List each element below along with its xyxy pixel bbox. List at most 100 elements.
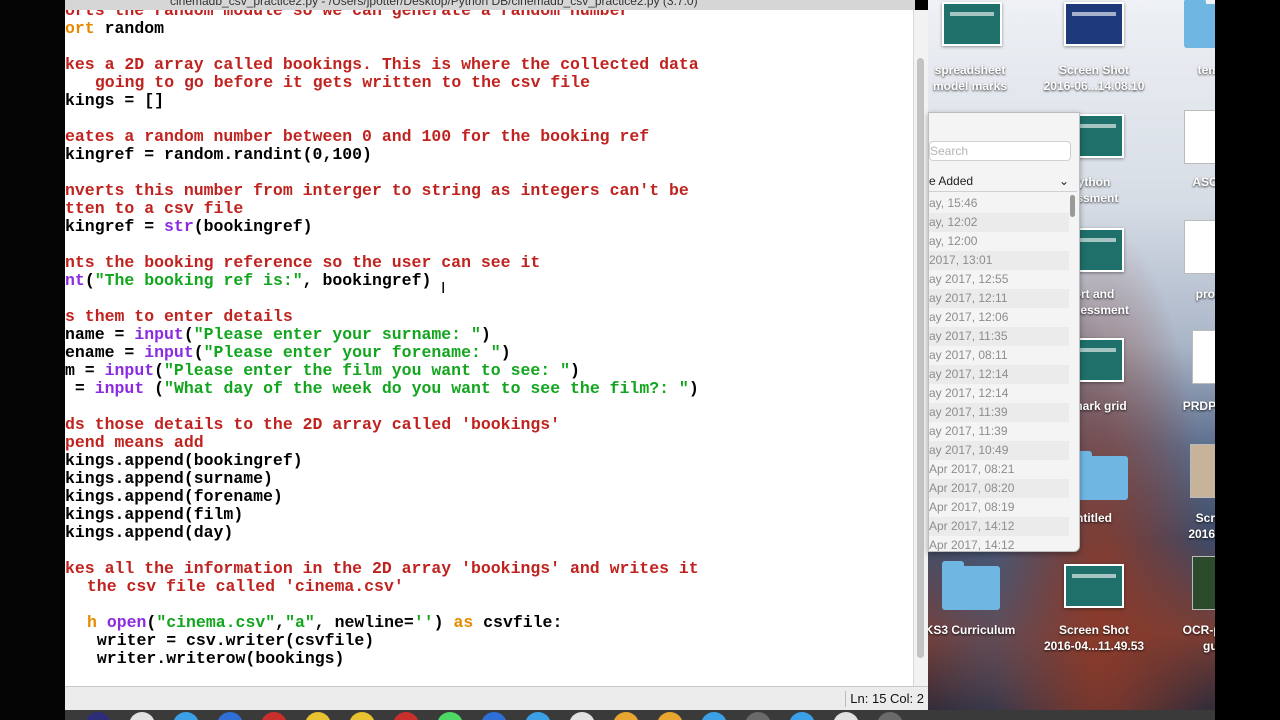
dock-app-icon[interactable]: [789, 712, 815, 720]
list-item[interactable]: ay 2017, 11:35: [929, 327, 1069, 346]
icon-label-screenshot-3[interactable]: Screen Shot 2016-04...11.49.53: [1029, 622, 1159, 654]
finder-search-input[interactable]: Search: [929, 141, 1071, 161]
date-list[interactable]: ay, 15:46 ay, 12:02 ay, 12:00 2017, 13:01 ay…: [929, 194, 1069, 551]
dock-app-icon[interactable]: [657, 712, 683, 720]
dock-app-icon[interactable]: [437, 712, 463, 720]
code-line[interactable]: ort random: [65, 20, 164, 38]
code-token: the csv file called 'cinema.csv': [77, 577, 404, 596]
photo-icon[interactable]: [1190, 444, 1215, 498]
document-icon[interactable]: [1184, 220, 1215, 274]
code-token: (: [84, 271, 95, 290]
code-line[interactable]: kingref = str(bookingref): [65, 218, 313, 236]
list-item[interactable]: Apr 2017, 08:21: [929, 460, 1069, 479]
screenshot-thumbnail[interactable]: [1064, 564, 1124, 608]
code-editor[interactable]: orts the random module so we can generat…: [65, 10, 913, 686]
code-line[interactable]: name = input("Please enter your surname:…: [65, 326, 491, 344]
dock-app-icon[interactable]: [85, 712, 111, 720]
code-line[interactable]: tten to a csv file: [65, 200, 243, 218]
code-line[interactable]: kings.append(surname): [65, 470, 273, 488]
dock-app-icon[interactable]: [349, 712, 375, 720]
code-line[interactable]: eates a random number between 0 and 100 …: [65, 128, 649, 146]
code-line[interactable]: nverts this number from interger to stri…: [65, 182, 689, 200]
code-line[interactable]: kings = []: [65, 92, 164, 110]
folder-icon[interactable]: [1184, 0, 1215, 48]
list-item[interactable]: ay 2017, 12:11: [929, 289, 1069, 308]
code-line[interactable]: h open("cinema.csv","a", newline='') as …: [87, 614, 562, 632]
code-token: kes all the information in the 2D array …: [65, 559, 699, 578]
icon-label-ocr[interactable]: OCR-pseugui: [1147, 622, 1215, 654]
icon-label-screenshot-1[interactable]: Screen Shot 2016-06...14.08.10: [1029, 62, 1159, 94]
spreadsheet-thumbnail[interactable]: [942, 2, 1002, 46]
editor-scrollbar-thumb[interactable]: [917, 58, 924, 658]
list-item[interactable]: Apr 2017, 14:12: [929, 536, 1069, 551]
icon-label-spreadsheet[interactable]: spreadsheet model marks: [928, 62, 1035, 94]
code-line[interactable]: going to go before it gets written to th…: [85, 74, 590, 92]
dock-app-icon[interactable]: [569, 712, 595, 720]
list-item[interactable]: ay 2017, 08:11: [929, 346, 1069, 365]
code-line[interactable]: writer.writerow(bookings): [87, 650, 345, 668]
screenshot-thumbnail[interactable]: [1064, 2, 1124, 46]
document-icon[interactable]: [1192, 556, 1215, 610]
list-item[interactable]: Apr 2017, 08:19: [929, 498, 1069, 517]
code-line[interactable]: the csv file called 'cinema.csv': [77, 578, 404, 596]
sort-dropdown[interactable]: e Added ⌄: [929, 171, 1077, 192]
dock-app-icon[interactable]: [261, 712, 287, 720]
list-item[interactable]: ay 2017, 12:14: [929, 384, 1069, 403]
list-item[interactable]: ay 2017, 12:55: [929, 270, 1069, 289]
code-line[interactable]: nt("The booking ref is:", bookingref): [65, 272, 431, 290]
icon-label-proce[interactable]: proce: [1147, 286, 1215, 302]
list-item[interactable]: ay, 12:00: [929, 232, 1069, 251]
dock-app-icon[interactable]: [525, 712, 551, 720]
icon-label-prdp[interactable]: PRDP Pap: [1147, 398, 1215, 414]
icon-label-screen-2[interactable]: Scree2016-06.: [1147, 510, 1215, 542]
dock-app-icon[interactable]: [877, 712, 903, 720]
list-item[interactable]: Apr 2017, 08:20: [929, 479, 1069, 498]
code-line[interactable]: kings.append(day): [65, 524, 233, 542]
code-line[interactable]: kings.append(forename): [65, 488, 283, 506]
dock-app-icon[interactable]: [701, 712, 727, 720]
code-line[interactable]: kings.append(film): [65, 506, 243, 524]
dock-app-icon[interactable]: [173, 712, 199, 720]
folder-icon[interactable]: [942, 561, 1000, 610]
list-item[interactable]: ay 2017, 12:06: [929, 308, 1069, 327]
code-line[interactable]: ename = input("Please enter your forenam…: [65, 344, 511, 362]
icon-label-ks3[interactable]: KS3 Curriculum: [928, 622, 1035, 638]
dock-app-icon[interactable]: [613, 712, 639, 720]
finder-scrollbar-thumb[interactable]: [1070, 195, 1075, 217]
list-item[interactable]: 2017, 13:01: [929, 251, 1069, 270]
list-item[interactable]: ay 2017, 11:39: [929, 422, 1069, 441]
list-item[interactable]: ay, 15:46: [929, 194, 1069, 213]
code-line[interactable]: writer = csv.writer(csvfile): [87, 632, 374, 650]
dock-app-icon[interactable]: [833, 712, 859, 720]
window-titlebar[interactable]: cinemadb_csv_practice2.py - /Users/jpott…: [65, 0, 915, 10]
list-item[interactable]: Apr 2017, 14:12: [929, 517, 1069, 536]
list-item[interactable]: ay 2017, 11:39: [929, 403, 1069, 422]
dock-app-icon[interactable]: [305, 712, 331, 720]
code-token: nts the booking reference so the user ca…: [65, 253, 541, 272]
code-line[interactable]: = input ("What day of the week do you wa…: [65, 380, 699, 398]
list-item[interactable]: ay 2017, 12:14: [929, 365, 1069, 384]
document-icon[interactable]: [1184, 110, 1215, 164]
icon-label-temp[interactable]: temp: [1147, 62, 1215, 78]
code-token: (bookingref): [193, 217, 313, 236]
dock-app-icon[interactable]: [129, 712, 155, 720]
code-line[interactable]: nts the booking reference so the user ca…: [65, 254, 540, 272]
code-line[interactable]: pend means add: [65, 434, 204, 452]
code-line[interactable]: kingref = random.randint(0,100): [65, 146, 372, 164]
list-item[interactable]: ay, 12:02: [929, 213, 1069, 232]
dock-app-icon[interactable]: [745, 712, 771, 720]
dock-app-icon[interactable]: [393, 712, 419, 720]
icon-label-ascii[interactable]: ASCII f: [1147, 174, 1215, 190]
code-line[interactable]: kes all the information in the 2D array …: [65, 560, 699, 578]
list-item[interactable]: ay 2017, 10:49: [929, 441, 1069, 460]
code-line[interactable]: m = input("Please enter the film you wan…: [65, 362, 580, 380]
code-line[interactable]: kes a 2D array called bookings. This is …: [65, 56, 699, 74]
document-icon[interactable]: [1192, 330, 1215, 384]
dock-app-icon[interactable]: [481, 712, 507, 720]
code-line[interactable]: kings.append(bookingref): [65, 452, 303, 470]
code-line[interactable]: ds those details to the 2D array called …: [65, 416, 560, 434]
dock[interactable]: [65, 710, 1215, 720]
finder-window[interactable]: Search e Added ⌄ ay, 15:46 ay, 12:02 ay, 1…: [928, 112, 1080, 552]
dock-app-icon[interactable]: [217, 712, 243, 720]
code-line[interactable]: s them to enter details: [65, 308, 293, 326]
